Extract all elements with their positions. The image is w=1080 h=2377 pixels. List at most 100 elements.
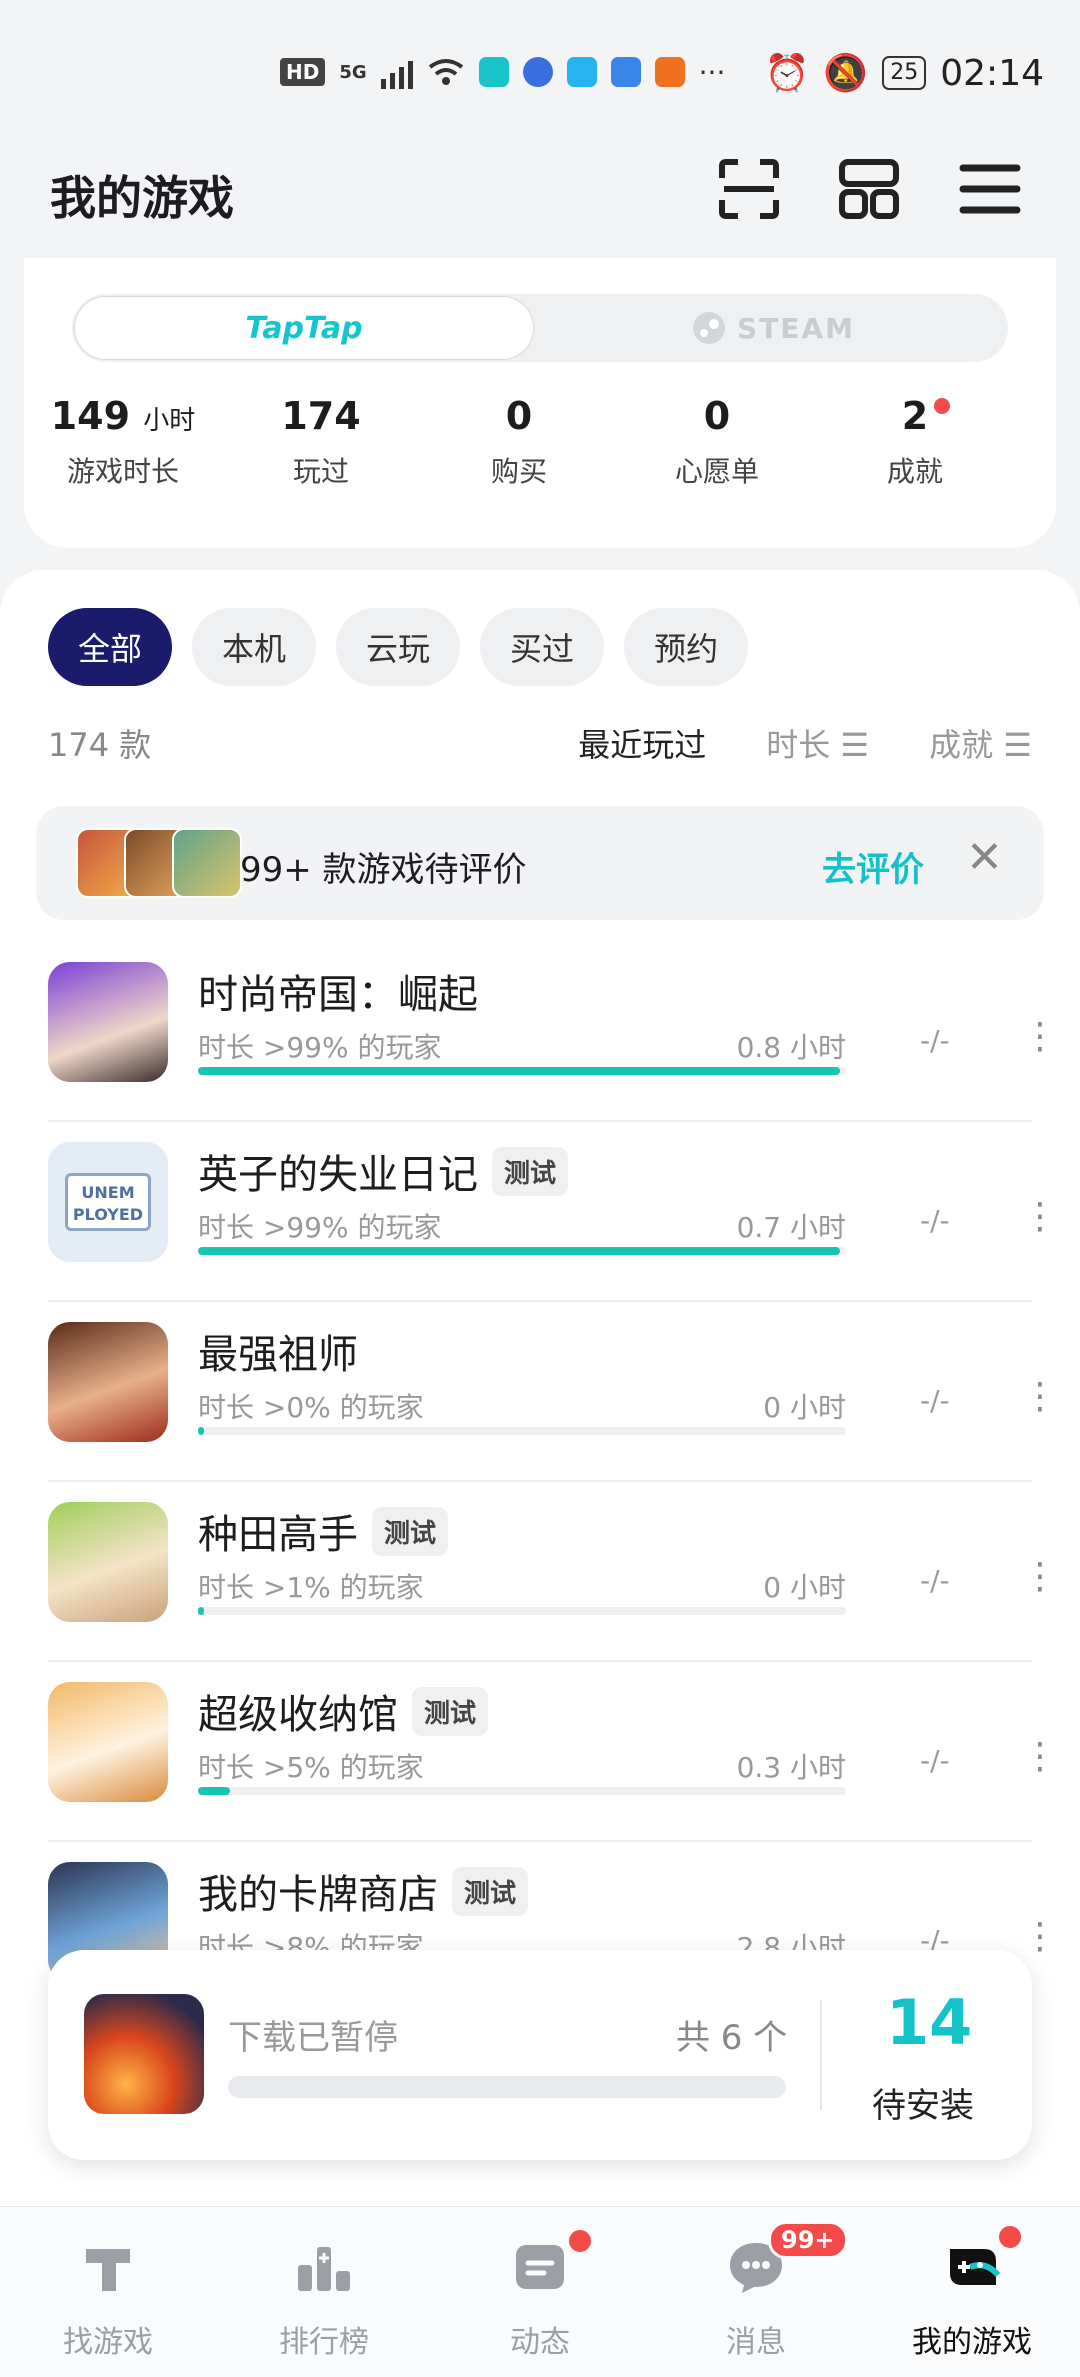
game-row[interactable]: 时尚帝国：崛起 时长 >99% 的玩家 0.8 小时 -/- ⋮	[48, 940, 1058, 1122]
game-title: 种田高手	[198, 1512, 358, 1558]
signal-icon	[380, 55, 413, 89]
playtime-bar-fill	[198, 1067, 840, 1075]
filter-cloud[interactable]: 云玩	[336, 608, 461, 686]
filter-chips: 全部 本机 云玩 买过 预约	[48, 608, 749, 686]
more-options-icon[interactable]: ⋮	[1022, 1376, 1058, 1417]
grid-view-icon[interactable]	[834, 154, 904, 224]
playtime-bar	[198, 1247, 846, 1255]
menu-icon[interactable]	[955, 154, 1025, 224]
game-icon	[48, 1682, 168, 1802]
mute-icon: 🔕	[823, 53, 869, 94]
download-manager-card[interactable]: 下载已暂停 共 6 个 14 待安装	[48, 1950, 1032, 2160]
hd-indicator: HD	[280, 58, 326, 86]
playtime-bar	[198, 1787, 846, 1795]
filter-all[interactable]: 全部	[48, 608, 173, 686]
tab-label: 动态	[510, 2325, 570, 2360]
taptap-tab[interactable]: TapTap	[74, 296, 534, 360]
game-icon: UNEM PLOYED	[48, 1142, 168, 1262]
stat-playtime[interactable]: 149 小时 游戏时长	[24, 394, 222, 490]
stat-value: 0	[505, 394, 533, 438]
tab-my-games[interactable]: 我的游戏	[864, 2207, 1080, 2377]
playtime-bar-fill	[198, 1247, 840, 1255]
playtime-hours: 0.3 小时	[736, 1751, 846, 1784]
download-game-thumbnail	[84, 1994, 204, 2114]
achievement-value: -/-	[920, 1024, 950, 1057]
review-button[interactable]: 去评价	[822, 842, 924, 891]
game-title: 英子的失业日记	[198, 1152, 478, 1198]
test-tag: 测试	[372, 1506, 449, 1556]
steam-tab[interactable]: STEAM	[540, 296, 1006, 360]
filter-bought[interactable]: 买过	[480, 608, 605, 686]
stat-unit: 小时	[143, 406, 196, 436]
game-thumbnail	[172, 828, 242, 898]
playtime-rank: 时长 >1% 的玩家	[198, 1571, 424, 1604]
playtime-hours: 0.7 小时	[736, 1211, 846, 1244]
more-options-icon[interactable]: ⋮	[1022, 1016, 1058, 1057]
scan-icon[interactable]	[714, 154, 784, 224]
game-row[interactable]: 种田高手 测试 时长 >1% 的玩家 0 小时 -/- ⋮	[48, 1480, 1058, 1662]
sort-achievements[interactable]: 成就 ☰	[929, 720, 1032, 766]
stat-label: 购买	[490, 455, 547, 488]
more-options-icon[interactable]: ⋮	[1022, 1556, 1058, 1597]
game-row[interactable]: 最强祖师 时长 >0% 的玩家 0 小时 -/- ⋮	[48, 1300, 1058, 1482]
tab-rankings[interactable]: 排行榜	[216, 2207, 432, 2377]
close-icon[interactable]: ✕	[966, 832, 1003, 883]
test-tag: 测试	[452, 1866, 529, 1916]
steam-icon	[693, 312, 726, 344]
status-bar: HD 5G ··· ⏰ 🔕 25 02:14	[0, 0, 1080, 150]
stat-label: 成就	[886, 455, 943, 488]
stat-achievements[interactable]: 2 成就	[816, 394, 1014, 490]
more-options-icon[interactable]: ⋮	[1022, 1736, 1058, 1777]
notification-dot	[934, 398, 950, 414]
download-progress-bar	[228, 2076, 786, 2098]
stat-label: 游戏时长	[66, 455, 179, 488]
gift-app-icon	[654, 57, 685, 87]
top-bar: 我的游戏	[0, 150, 1080, 260]
filter-local[interactable]: 本机	[192, 608, 317, 686]
achievement-value: -/-	[920, 1744, 950, 1777]
test-tag: 测试	[412, 1686, 489, 1736]
tab-messages[interactable]: 99+ 消息	[648, 2207, 864, 2377]
playtime-bar-fill	[198, 1427, 205, 1435]
achievement-value: -/-	[920, 1564, 950, 1597]
stats-row: 149 小时 游戏时长 174 玩过 0 购买 0 心愿单 2 成就	[24, 394, 1056, 490]
more-options-icon[interactable]: ⋮	[1022, 1916, 1058, 1957]
stat-wishlist[interactable]: 0 心愿单	[618, 394, 816, 490]
my-games-icon	[950, 2249, 1001, 2285]
game-title: 超级收纳馆	[198, 1692, 398, 1738]
game-row[interactable]: 超级收纳馆 测试 时长 >5% 的玩家 0.3 小时 -/- ⋮	[48, 1660, 1058, 1842]
game-title: 我的卡牌商店	[198, 1872, 438, 1918]
pending-install-label: 待安装	[872, 2086, 974, 2126]
tab-find-games[interactable]: 找游戏	[0, 2207, 216, 2377]
game-row[interactable]: UNEM PLOYED 英子的失业日记 测试 时长 >99% 的玩家 0.7 小时 …	[48, 1120, 1058, 1302]
playtime-rank: 时长 >0% 的玩家	[198, 1391, 424, 1424]
steam-label: STEAM	[737, 311, 855, 345]
find-game-icon	[86, 2249, 130, 2291]
sort-options: 最近玩过 时长 ☰ 成就 ☰	[578, 720, 1032, 766]
review-thumbnails	[76, 828, 242, 898]
taptap-app-icon	[478, 57, 509, 87]
filter-reserved[interactable]: 预约	[624, 608, 749, 686]
more-notifications-icon: ···	[698, 55, 726, 89]
stat-purchased[interactable]: 0 购买	[420, 394, 618, 490]
tab-label: 消息	[726, 2325, 786, 2360]
more-options-icon[interactable]: ⋮	[1022, 1196, 1058, 1237]
sort-playtime[interactable]: 时长 ☰	[766, 720, 869, 766]
game-icon	[48, 1322, 168, 1442]
notification-dot	[566, 2227, 594, 2255]
playtime-bar	[198, 1427, 846, 1435]
game-title: 最强祖师	[198, 1332, 358, 1378]
stat-played[interactable]: 174 玩过	[222, 394, 420, 490]
game-title: 时尚帝国：崛起	[198, 972, 478, 1018]
tab-feed[interactable]: 动态	[432, 2207, 648, 2377]
message-badge: 99+	[768, 2221, 848, 2259]
stat-label: 心愿单	[674, 455, 759, 488]
clock: 02:14	[940, 52, 1044, 94]
review-banner[interactable]: 99+ 款游戏待评价 去评价 ✕	[36, 806, 1044, 920]
sort-recent[interactable]: 最近玩过	[578, 720, 706, 766]
tab-label: 找游戏	[63, 2325, 153, 2360]
status-right: ⏰ 🔕 25 02:14	[765, 52, 1044, 95]
review-text: 99+ 款游戏待评价	[240, 850, 527, 890]
playtime-bar-fill	[198, 1607, 205, 1615]
download-status: 下载已暂停	[228, 2018, 398, 2058]
